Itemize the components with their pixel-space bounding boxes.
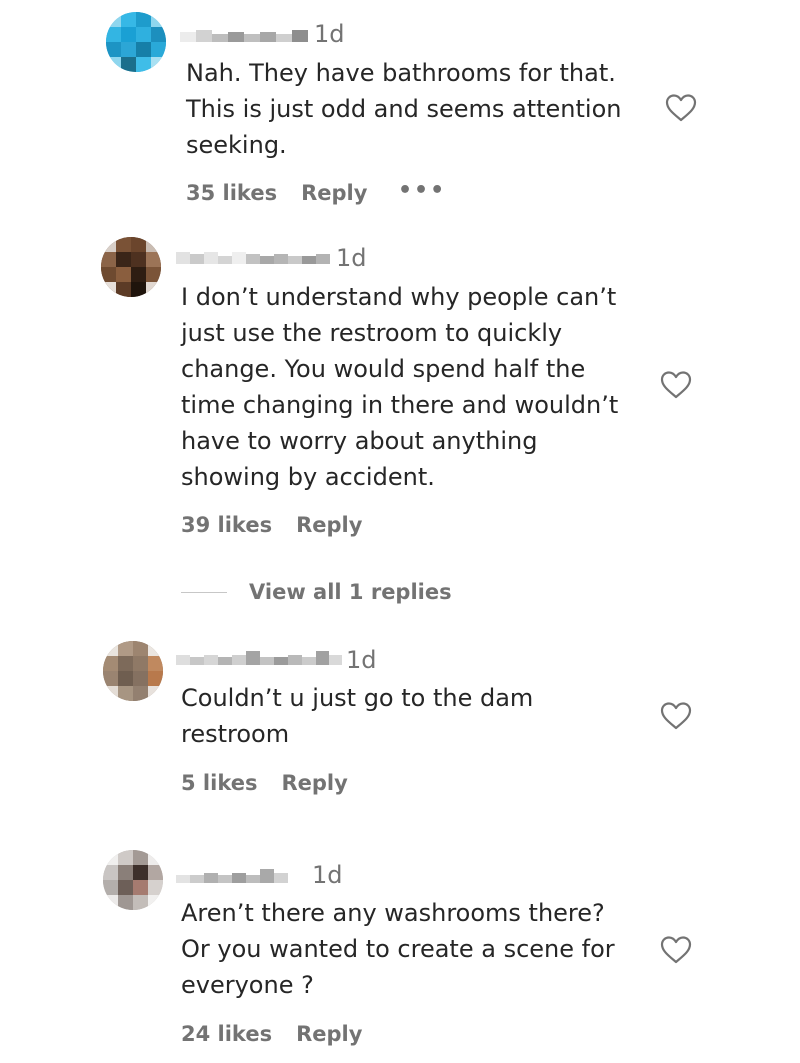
comment-timestamp: 1d: [312, 861, 343, 889]
reply-button[interactable]: Reply: [296, 1022, 362, 1046]
avatar[interactable]: [103, 850, 163, 910]
like-heart-icon[interactable]: [660, 935, 692, 969]
like-count[interactable]: 24 likes: [181, 1022, 272, 1046]
username-redacted[interactable]: [176, 869, 294, 885]
comment-actions: 24 likes Reply: [181, 1022, 362, 1046]
comment-4: 1d Aren’t there any washrooms there? Or …: [0, 0, 800, 1063]
comment-text: Aren’t there any washrooms there? Or you…: [181, 899, 615, 999]
